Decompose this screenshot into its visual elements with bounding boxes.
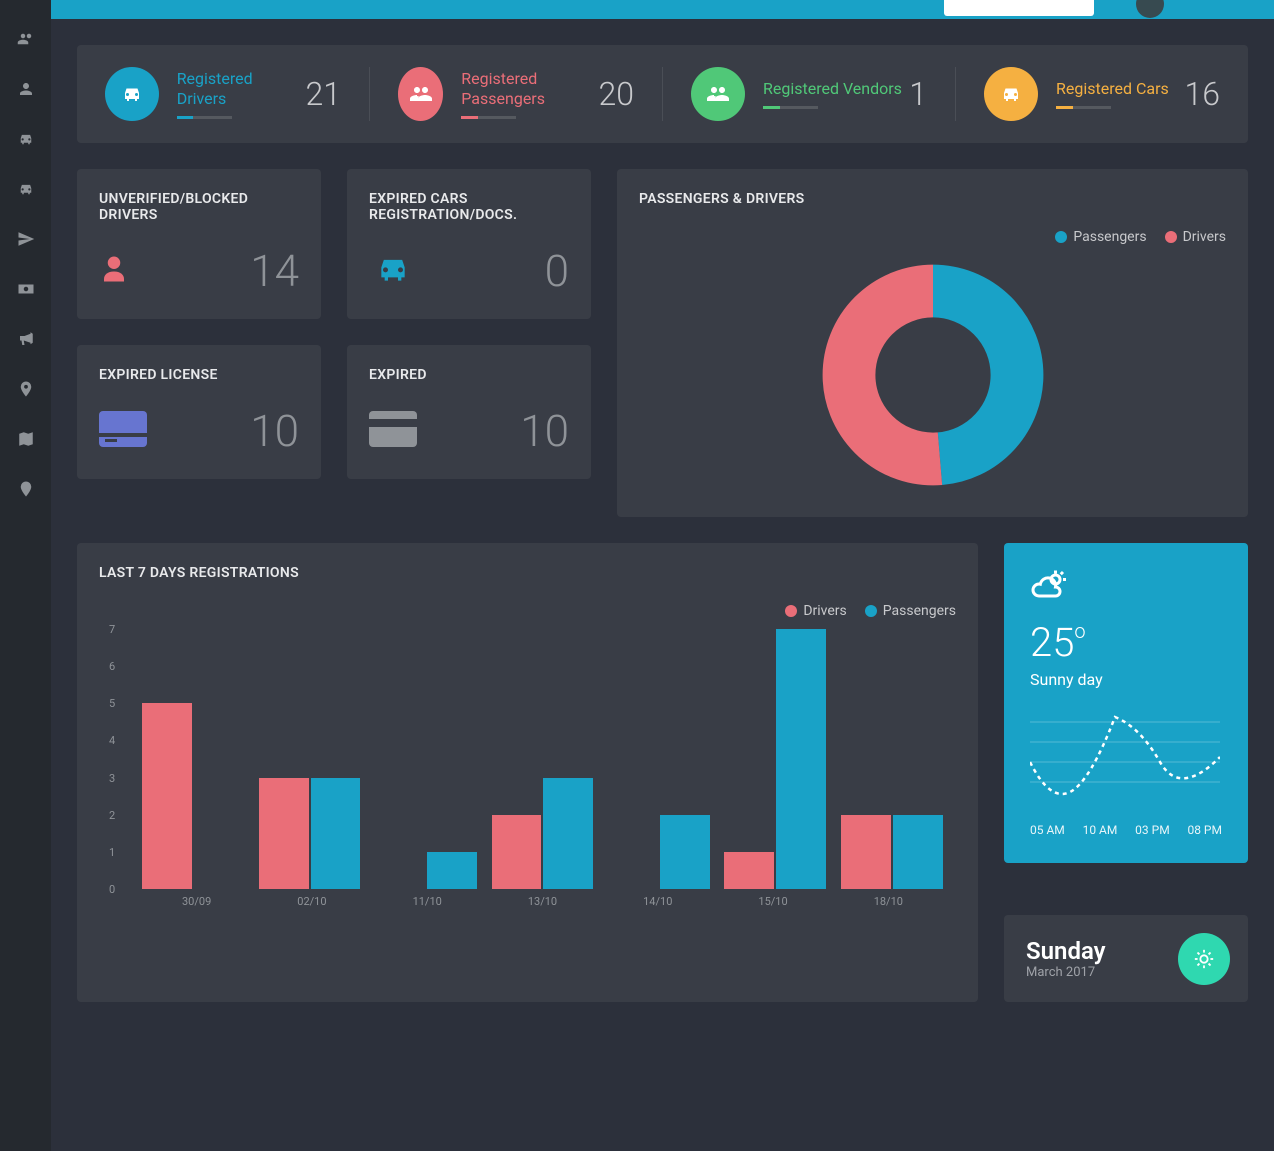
card-value: 0 [545, 245, 569, 297]
stat-vendors[interactable]: Registered Vendors 1 [662, 67, 955, 121]
stat-label: Registered Passengers [461, 69, 598, 107]
card-title: UNVERIFIED/BLOCKED DRIVERS [99, 191, 299, 223]
card-title: LAST 7 DAYS REGISTRATIONS [99, 565, 956, 581]
stat-value: 16 [1185, 75, 1221, 113]
legend-passengers: Passengers [865, 603, 956, 619]
nav-bullhorn-icon[interactable] [0, 314, 51, 364]
card-title: EXPIRED [369, 367, 569, 383]
sun-button[interactable] [1178, 933, 1230, 985]
users-icon [691, 67, 745, 121]
bar-legend: Drivers Passengers [99, 603, 956, 619]
stats-bar: Registered Drivers 21 Registered Passeng… [77, 45, 1248, 143]
car-icon [105, 67, 159, 121]
topbar [0, 0, 1274, 19]
weather-sparkline [1030, 707, 1220, 807]
nav-map-icon[interactable] [0, 414, 51, 464]
nav-users-icon[interactable] [0, 14, 51, 64]
users-icon [398, 67, 443, 121]
car-icon [984, 67, 1038, 121]
weather-desc: Sunny day [1030, 670, 1222, 689]
nav-taxi-icon[interactable] [0, 164, 51, 214]
nav-pin2-icon[interactable] [0, 464, 51, 514]
donut-chart [813, 255, 1053, 495]
avatar[interactable] [1136, 0, 1164, 18]
stat-passengers[interactable]: Registered Passengers 20 [369, 67, 662, 121]
stat-label: Registered Vendors [763, 79, 902, 98]
credit-card-icon [369, 411, 409, 451]
stat-label: Registered Cars [1056, 79, 1169, 98]
card-donut: PASSENGERS & DRIVERS Passengers Drivers [617, 169, 1248, 517]
legend-passengers: Passengers [1055, 229, 1146, 245]
card-value: 10 [520, 405, 569, 457]
donut-legend: Passengers Drivers [639, 229, 1226, 245]
card-expired-license[interactable]: EXPIRED LICENSE 10 [77, 345, 321, 479]
search-input[interactable] [944, 0, 1094, 16]
card-title: PASSENGERS & DRIVERS [639, 191, 1226, 207]
weather-times: 05 AM10 AM03 PM08 PM [1030, 823, 1222, 837]
nav-group-icon[interactable] [0, 64, 51, 114]
main: Registered Drivers 21 Registered Passeng… [51, 19, 1274, 1054]
weather-card: 25o Sunny day 05 AM10 AM03 PM08 PM [1004, 543, 1248, 863]
card-expired-cars[interactable]: EXPIRED CARS REGISTRATION/DOCS. 0 [347, 169, 591, 319]
card-unverified-drivers[interactable]: UNVERIFIED/BLOCKED DRIVERS 14 [77, 169, 321, 319]
user-icon [99, 250, 139, 292]
card-bar-chart: LAST 7 DAYS REGISTRATIONS Drivers Passen… [77, 543, 978, 1002]
credit-card-icon [99, 411, 139, 451]
nav-send-icon[interactable] [0, 214, 51, 264]
weather-day-card: Sunday March 2017 [1004, 915, 1248, 1002]
card-value: 10 [250, 405, 299, 457]
card-expired[interactable]: EXPIRED 10 [347, 345, 591, 479]
stat-cars[interactable]: Registered Cars 16 [955, 67, 1248, 121]
sidebar [0, 0, 51, 1151]
stat-drivers[interactable]: Registered Drivers 21 [77, 67, 369, 121]
stat-value: 20 [599, 75, 635, 113]
legend-drivers: Drivers [1165, 229, 1226, 245]
car-icon [369, 249, 409, 293]
bar-chart: 76543210 30/0902/1011/1013/1014/1015/101… [99, 629, 956, 939]
stat-value: 21 [306, 75, 342, 113]
card-value: 14 [250, 245, 299, 297]
stat-value: 1 [909, 75, 927, 113]
nav-pin-icon[interactable] [0, 364, 51, 414]
weather-temp: 25o [1030, 619, 1222, 666]
stat-label: Registered Drivers [177, 69, 306, 107]
legend-drivers: Drivers [785, 603, 846, 619]
nav-money-icon[interactable] [0, 264, 51, 314]
nav-car-icon[interactable] [0, 114, 51, 164]
card-title: EXPIRED CARS REGISTRATION/DOCS. [369, 191, 569, 223]
card-title: EXPIRED LICENSE [99, 367, 299, 383]
weather-icon [1030, 569, 1222, 609]
